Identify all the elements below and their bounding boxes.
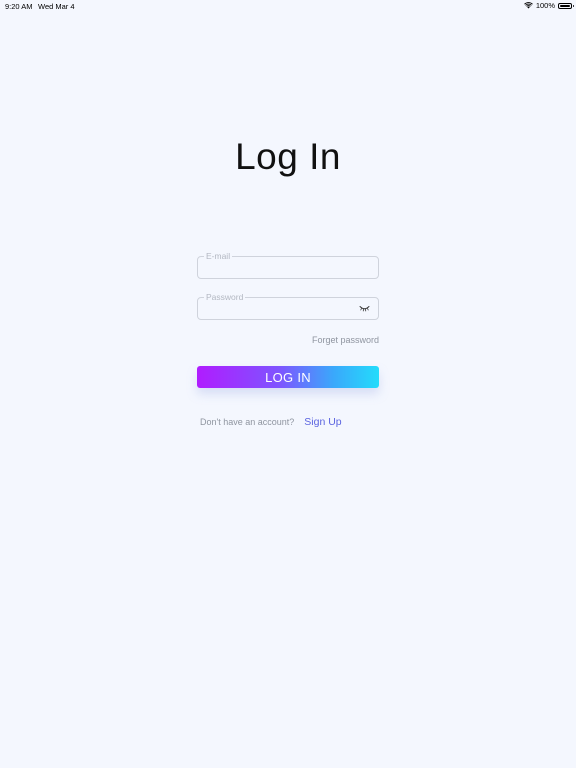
password-label: Password — [204, 292, 246, 302]
status-date: Wed Mar 4 — [38, 2, 75, 11]
status-time: 9:20 AM — [5, 2, 33, 11]
email-input[interactable] — [206, 261, 356, 275]
battery-percent: 100% — [535, 1, 555, 10]
email-label: E-mail — [204, 251, 233, 261]
eye-closed-icon[interactable] — [359, 305, 370, 312]
email-field[interactable]: E-mail — [197, 251, 379, 279]
page-title: Log In — [235, 136, 341, 177]
forgot-password-link[interactable]: Forget password — [312, 335, 379, 345]
battery-full-icon — [558, 2, 574, 9]
login-button[interactable]: LOG IN — [197, 366, 379, 388]
signup-row: Don't have an account? Sign Up — [200, 416, 342, 428]
password-input[interactable] — [206, 302, 356, 316]
status-indicators: 100% — [523, 1, 574, 10]
status-bar: 9:20 AM Wed Mar 4 100% — [0, 0, 576, 12]
password-field[interactable]: Password — [197, 292, 379, 320]
signup-link[interactable]: Sign Up — [304, 416, 341, 428]
signup-prompt: Don't have an account? — [200, 417, 295, 427]
wifi-icon — [523, 2, 533, 9]
